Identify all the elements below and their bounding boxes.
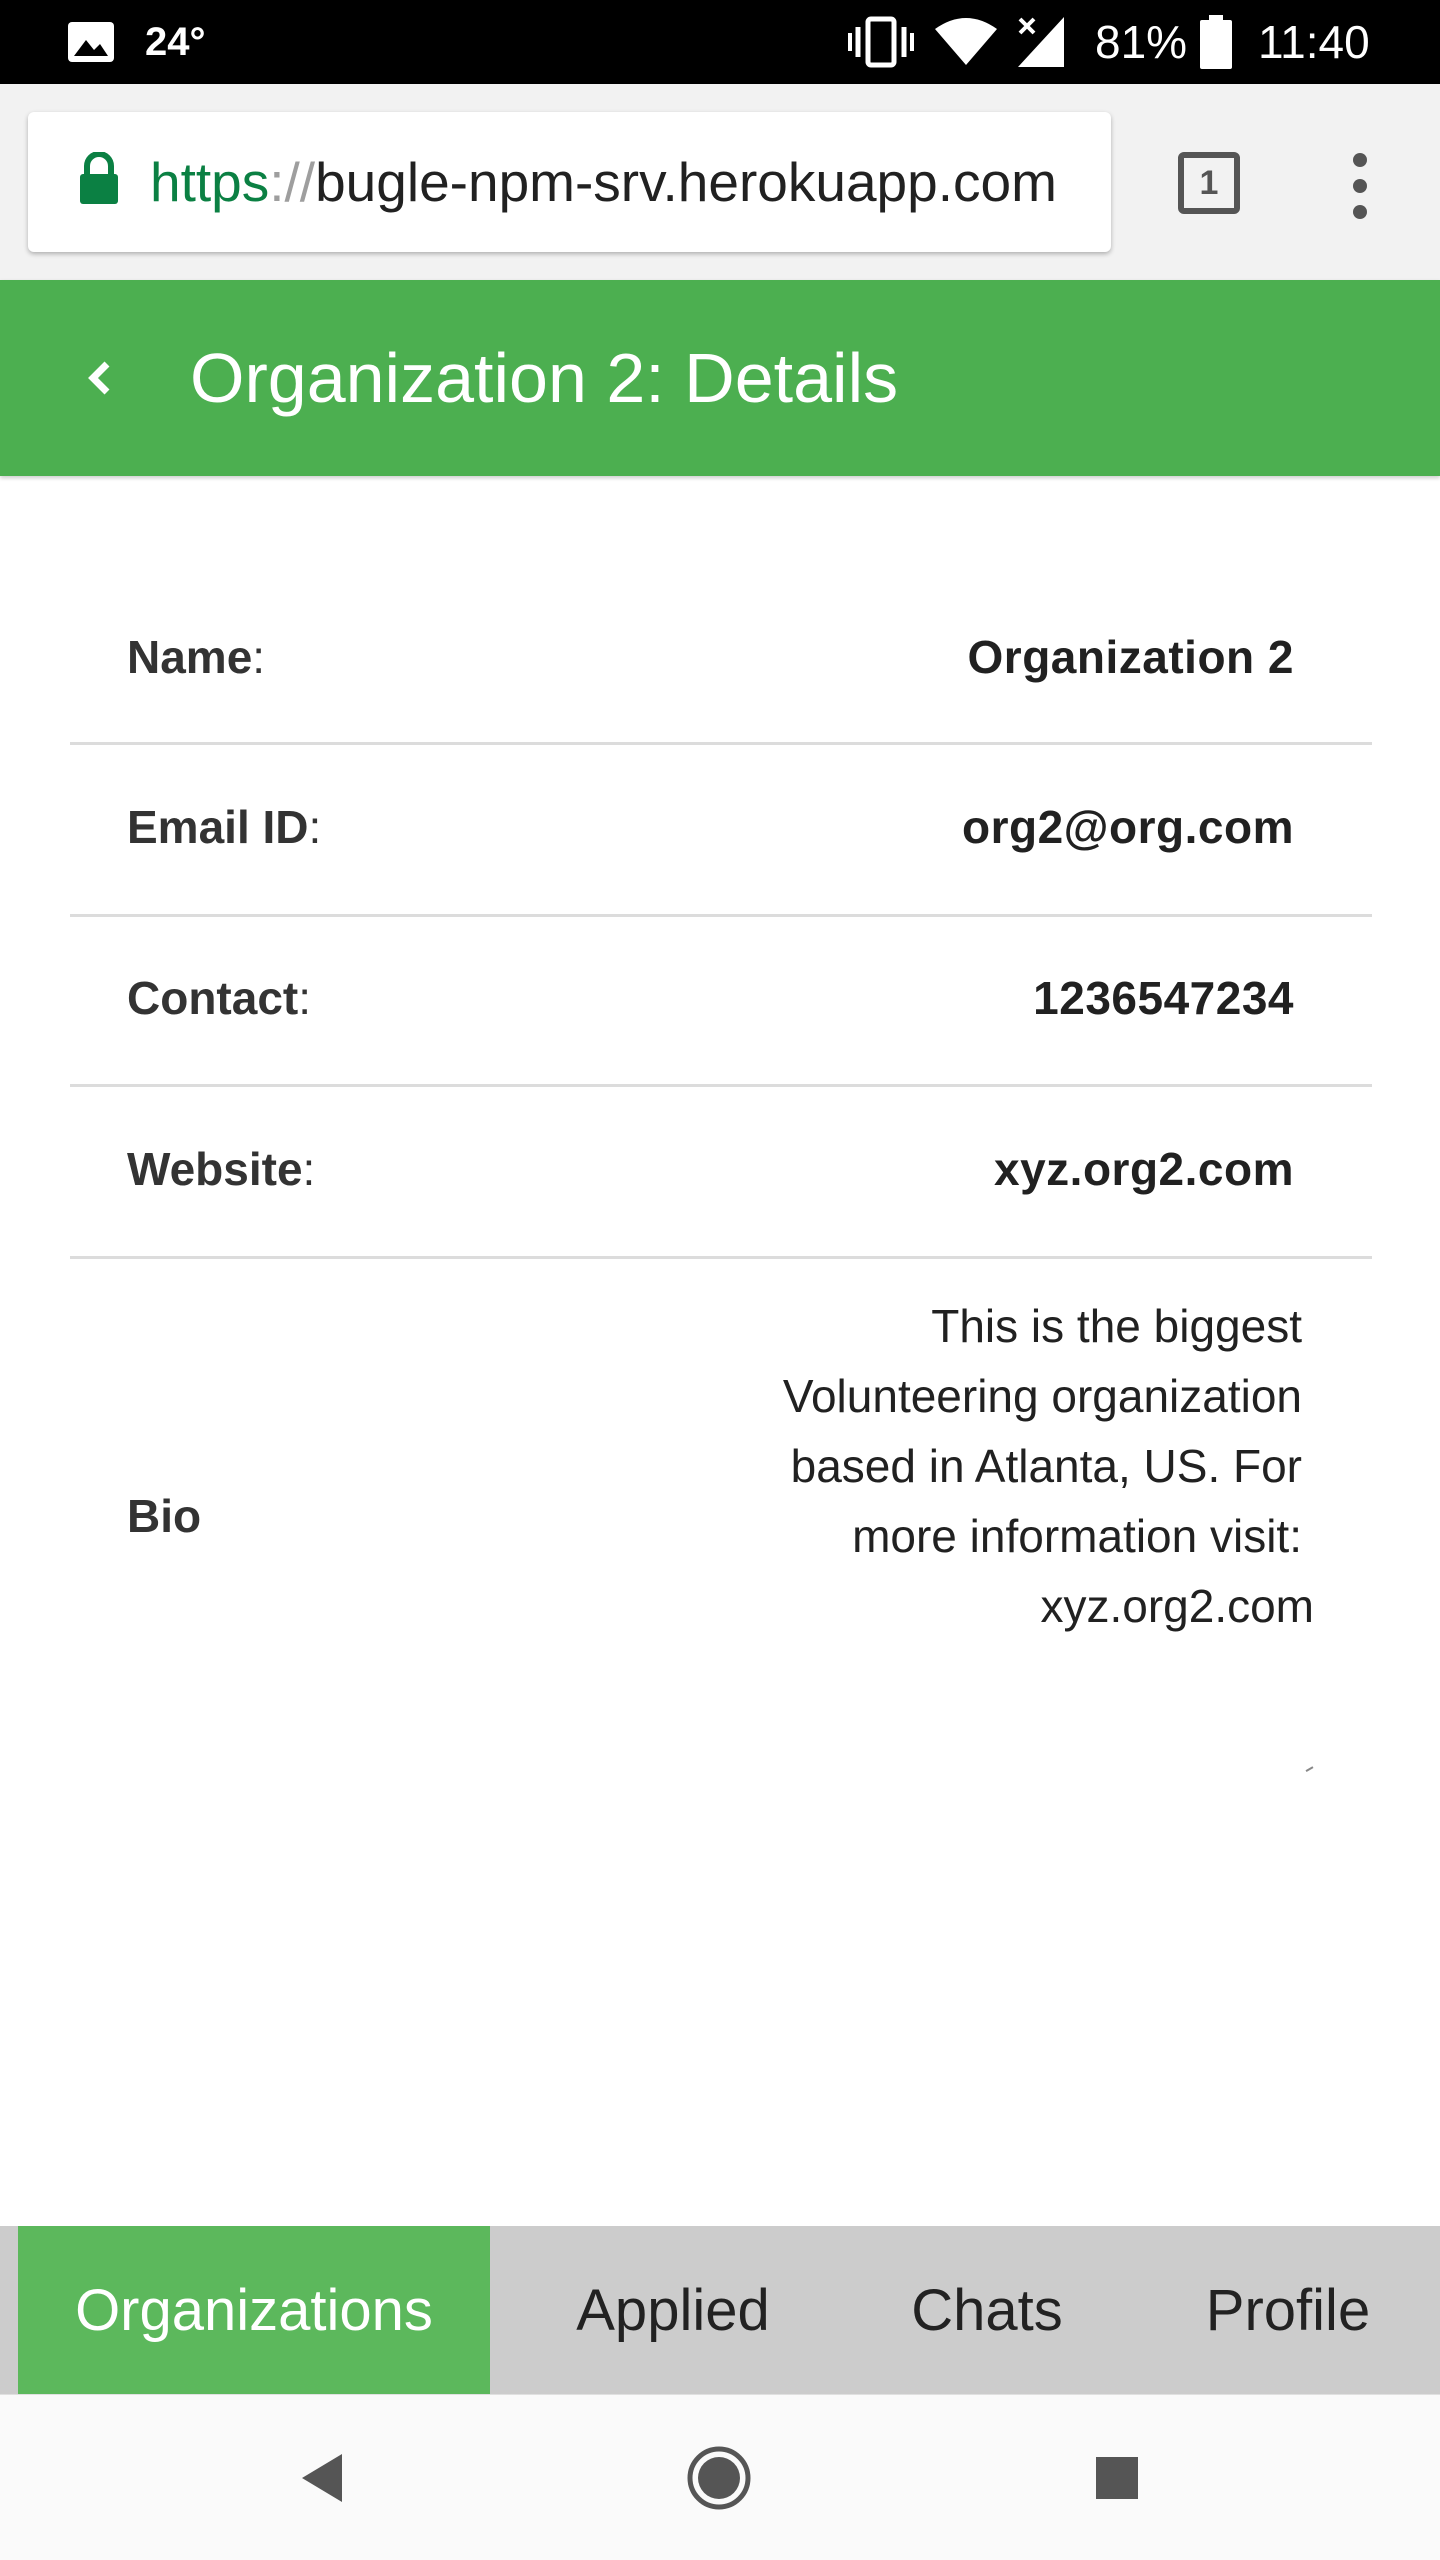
clock: 11:40 <box>1258 16 1370 68</box>
image-notification-icon <box>66 0 116 84</box>
detail-row-contact: Contact: 1236547234 <box>70 917 1372 1087</box>
bio-line: based in Atlanta, US. For <box>790 1440 1302 1492</box>
status-bar: 24° 81% 11:40 <box>0 0 1440 84</box>
app-header: Organization 2: Details <box>0 280 1440 476</box>
tab-profile[interactable]: Profile <box>1150 2226 1426 2394</box>
system-nav-bar <box>0 2394 1440 2560</box>
contact-label: Contact: <box>127 972 312 1024</box>
website-value: xyz.org2.com <box>994 1143 1294 1195</box>
resize-handle-mark <box>1305 1766 1315 1774</box>
bottom-tab-bar: Organizations Applied Chats Profile <box>0 2226 1440 2394</box>
email-label: Email ID: <box>127 801 322 853</box>
url-separator: :// <box>269 151 316 213</box>
tab-switcher-button[interactable]: 1 <box>1178 152 1240 214</box>
tab-organizations[interactable]: Organizations <box>18 2226 490 2394</box>
temperature: 24° <box>145 19 206 64</box>
contact-value: 1236547234 <box>1033 972 1294 1024</box>
battery-icon <box>1200 0 1232 84</box>
bio-line: Volunteering organization <box>782 1370 1302 1422</box>
email-value: org2@org.com <box>962 801 1294 853</box>
wifi-icon <box>935 0 997 84</box>
detail-row-website: Website: xyz.org2.com <box>70 1087 1372 1259</box>
name-value: Organization 2 <box>967 631 1294 683</box>
website-label: Website: <box>127 1143 316 1195</box>
bio-line: more information visit: <box>852 1510 1302 1562</box>
detail-row-name: Name: Organization 2 <box>70 590 1372 745</box>
back-button[interactable] <box>70 338 130 418</box>
url-scheme: https <box>150 151 270 213</box>
more-menu-icon[interactable] <box>1340 150 1380 222</box>
battery-percent: 81% <box>1095 16 1188 68</box>
name-label: Name: <box>127 631 266 683</box>
vibrate-icon <box>848 0 914 84</box>
back-triangle-icon[interactable] <box>287 2443 357 2513</box>
tab-count: 1 <box>1199 163 1219 202</box>
bio-text: This is the biggest Volunteering organiz… <box>662 1291 1314 1641</box>
address-bar[interactable]: https://bugle-npm-srv.herokuapp.com <box>28 112 1111 252</box>
browser-toolbar: https://bugle-npm-srv.herokuapp.com 1 <box>0 84 1440 280</box>
chevron-left-icon <box>88 361 110 395</box>
bio-line: This is the biggest <box>931 1300 1302 1352</box>
recents-square-icon[interactable] <box>1082 2443 1152 2513</box>
tab-applied[interactable]: Applied <box>520 2226 826 2394</box>
bio-line: xyz.org2.com <box>1040 1580 1314 1632</box>
home-circle-icon[interactable] <box>684 2443 754 2513</box>
url-text: https://bugle-npm-srv.herokuapp.com <box>150 112 1057 252</box>
tab-chats[interactable]: Chats <box>856 2226 1118 2394</box>
cell-signal-icon <box>1016 0 1066 84</box>
bio-label: Bio <box>127 1490 202 1542</box>
detail-row-email: Email ID: org2@org.com <box>70 745 1372 917</box>
detail-row-bio: Bio This is the biggest Volunteering org… <box>70 1259 1372 1659</box>
url-host: bugle-npm-srv.herokuapp.com <box>315 151 1057 213</box>
lock-icon <box>80 152 118 204</box>
page-title: Organization 2: Details <box>190 339 899 417</box>
